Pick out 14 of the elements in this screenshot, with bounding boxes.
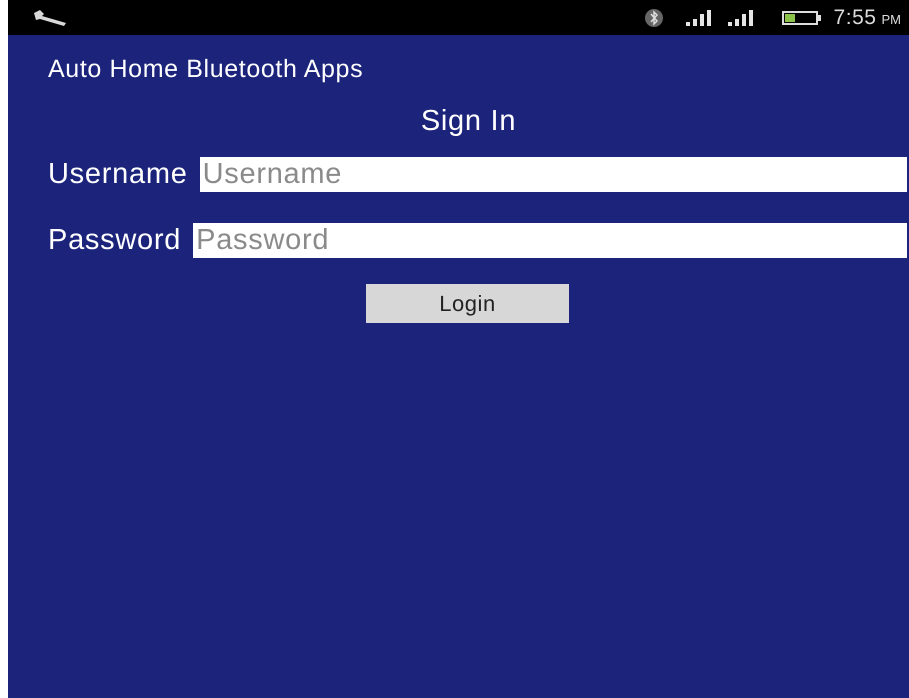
field-label: Username [48, 157, 188, 192]
text-input-field[interactable]: Password [193, 222, 907, 258]
clock-time: 7:55 [834, 4, 876, 31]
clock-meridiem: PM [882, 10, 901, 29]
field-label: Password [48, 222, 182, 258]
signal-icon [728, 10, 754, 26]
signal-icon [686, 10, 712, 26]
wrench-icon [32, 8, 68, 26]
battery-icon [782, 10, 822, 26]
login-button[interactable]: Login [366, 284, 569, 323]
text-input-field[interactable]: Username [200, 157, 907, 192]
bluetooth-icon [644, 8, 664, 28]
app-title: Auto Home Bluetooth Apps [47, 54, 364, 85]
sign-in-heading: Sign In [420, 104, 518, 139]
